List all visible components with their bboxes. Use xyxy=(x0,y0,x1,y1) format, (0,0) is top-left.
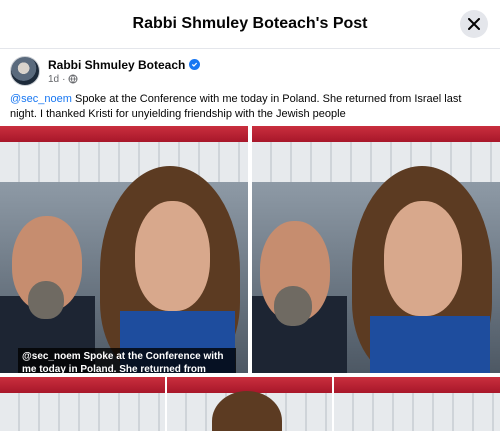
post-timestamp[interactable]: 1d xyxy=(48,74,59,85)
photo-3[interactable] xyxy=(0,377,165,431)
person-face xyxy=(384,201,462,316)
author-meta: Rabbi Shmuley Boteach 1d · xyxy=(48,58,201,85)
photo-5[interactable] xyxy=(334,377,500,431)
post-text: @sec_noem Spoke at the Conference with m… xyxy=(10,92,490,122)
banner-decoration xyxy=(252,126,500,142)
photo-1[interactable]: @sec_noem Spoke at the Conference with m… xyxy=(0,126,248,373)
dialog-title: Rabbi Shmuley Boteach's Post xyxy=(132,15,368,32)
beard xyxy=(28,281,64,319)
post-author-row: Rabbi Shmuley Boteach 1d · xyxy=(10,55,201,87)
globe-icon[interactable] xyxy=(68,74,78,84)
verified-badge-icon xyxy=(189,59,201,70)
dialog-header: Rabbi Shmuley Boteach's Post xyxy=(0,0,500,49)
author-name[interactable]: Rabbi Shmuley Boteach xyxy=(48,58,185,72)
separator-dot: · xyxy=(62,73,66,85)
photo-grid: @sec_noem Spoke at the Conference with m… xyxy=(0,126,500,431)
close-icon xyxy=(468,18,480,30)
photo-4[interactable] xyxy=(167,377,332,431)
mention-link[interactable]: @sec_noem xyxy=(10,93,72,105)
photo-caption: @sec_noem Spoke at the Conference with m… xyxy=(18,348,236,373)
avatar[interactable] xyxy=(10,56,40,86)
photo-2[interactable] xyxy=(252,126,500,373)
post-body: Spoke at the Conference with me today in… xyxy=(10,93,462,120)
banner-decoration xyxy=(0,126,248,142)
beard xyxy=(274,286,312,326)
close-button[interactable] xyxy=(460,10,488,38)
person-face xyxy=(135,201,210,311)
